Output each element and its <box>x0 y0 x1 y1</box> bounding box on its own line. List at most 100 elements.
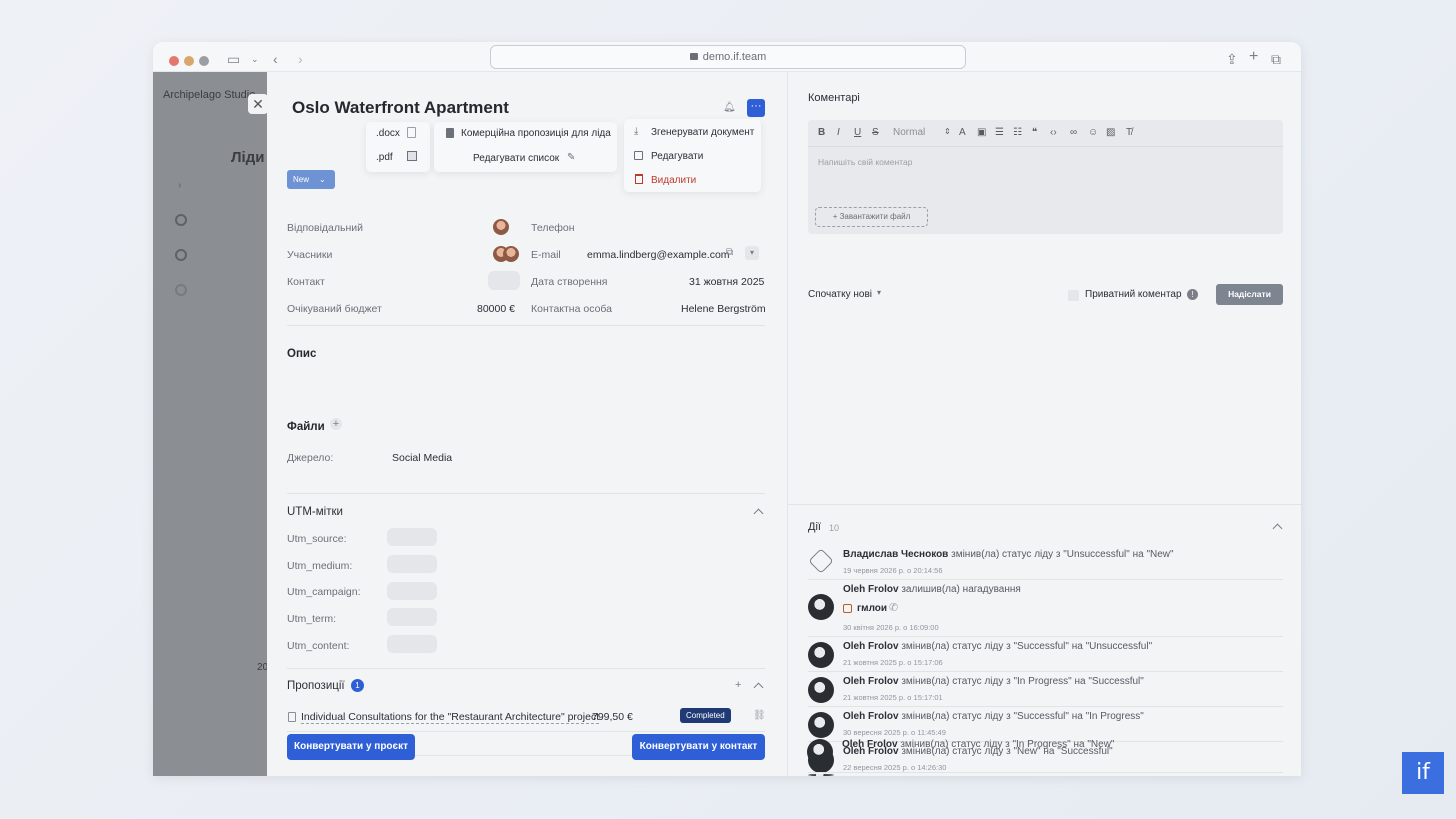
more-options-button[interactable]: ··· <box>747 99 765 117</box>
delete-item[interactable]: Видалити <box>651 175 696 186</box>
utm-content-value[interactable] <box>387 635 437 653</box>
files-heading: Файли <box>287 421 325 433</box>
quote-icon[interactable]: ❝ <box>1032 127 1037 138</box>
url-text: demo.if.team <box>702 51 767 63</box>
send-comment-button[interactable]: Надіслати <box>1216 284 1283 305</box>
convert-to-project-button[interactable]: Конвертувати у проєкт <box>287 734 415 760</box>
commercial-proposal-template[interactable]: Комерційна пропозиція для ліда <box>461 128 611 139</box>
contact-placeholder[interactable] <box>488 271 520 290</box>
image-icon[interactable]: ▨ <box>1106 127 1115 138</box>
chevron-down-icon[interactable]: ▾ <box>877 288 881 297</box>
sort-select[interactable]: Спочатку нові <box>808 289 872 300</box>
activity-user[interactable]: Oleh Frolov <box>843 584 899 595</box>
minimize-window-button[interactable] <box>184 56 194 66</box>
user-avatar[interactable] <box>808 594 834 620</box>
email-options-dropdown[interactable]: ▾ <box>745 246 759 260</box>
more-options-menu: ⤓ Згенерувати документ Редагувати Видали… <box>624 119 761 192</box>
activity-date: 21 жовтня 2025 р. о 15:17:01 <box>843 693 943 702</box>
private-checkbox[interactable] <box>1068 290 1079 301</box>
participant-avatar[interactable] <box>503 246 519 262</box>
utm-term-value[interactable] <box>387 608 437 626</box>
status-select[interactable]: New ⌄ <box>287 170 335 189</box>
bell-icon[interactable]: 🔔︎ <box>723 102 736 113</box>
contact-person-value[interactable]: Helene Bergström <box>681 303 766 315</box>
italic-icon[interactable]: I <box>837 127 840 138</box>
phone-label: Телефон <box>531 222 575 234</box>
activity-heading: Дії <box>808 521 821 533</box>
activity-user[interactable]: Oleh Frolov <box>843 676 899 687</box>
close-panel-button[interactable]: ✕ <box>248 94 268 114</box>
activity-user[interactable]: Oleh Frolov <box>843 641 899 652</box>
brand-logo: if <box>1402 752 1444 794</box>
info-icon[interactable]: ! <box>1187 289 1198 300</box>
generate-document-item[interactable]: Згенерувати документ <box>651 127 754 138</box>
close-window-button[interactable] <box>169 56 179 66</box>
zoom-window-button[interactable] <box>199 56 209 66</box>
edit-item[interactable]: Редагувати <box>651 151 703 162</box>
activity-date: 21 жовтня 2025 р. о 15:17:06 <box>843 658 943 667</box>
text-format-select[interactable]: Normal <box>893 127 925 138</box>
strikethrough-icon[interactable]: S <box>872 127 879 138</box>
email-value[interactable]: emma.lindberg@example.com <box>587 249 730 261</box>
activity-text: змінив(ла) статус ліду з "Successful" на… <box>901 711 1144 722</box>
user-avatar[interactable] <box>808 642 834 668</box>
docx-file-icon <box>407 127 416 138</box>
add-file-icon[interactable]: + <box>330 418 342 430</box>
lead-title: Oslo Waterfront Apartment <box>292 98 509 117</box>
activity-user[interactable]: Oleh Frolov <box>842 739 898 750</box>
user-avatar[interactable] <box>808 677 834 703</box>
new-tab-icon[interactable]: + <box>1249 49 1258 65</box>
emoji-icon[interactable]: ☺ <box>1088 127 1098 138</box>
bullet-list-icon[interactable]: ☷ <box>1013 127 1022 138</box>
proposal-link[interactable]: Individual Consultations for the "Restau… <box>301 711 600 724</box>
utm-source-value[interactable] <box>387 528 437 546</box>
reminder-checkbox[interactable] <box>843 604 852 613</box>
chevron-up-icon[interactable] <box>1272 523 1283 534</box>
bold-icon[interactable]: B <box>818 127 825 138</box>
document-icon <box>446 128 454 138</box>
convert-to-contact-button[interactable]: Конвертувати у контакт <box>632 734 765 760</box>
utm-campaign-value[interactable] <box>387 582 437 600</box>
pdf-option[interactable]: .pdf <box>376 152 393 163</box>
created-date-value: 31 жовтня 2025 <box>689 276 765 288</box>
reminder-text: гмлои <box>857 603 888 614</box>
add-proposal-icon[interactable]: + <box>735 679 741 691</box>
chevron-up-icon[interactable] <box>753 508 764 519</box>
responsible-avatar[interactable] <box>493 219 509 235</box>
editor-toolbar: B I U S Normal ⇕ A ▣ ☰ ☷ ❝ ‹› ∞ ☺ ▨ T̸ <box>808 120 1283 147</box>
text-color-icon[interactable]: A <box>959 127 966 138</box>
docx-option[interactable]: .docx <box>376 128 400 139</box>
share-icon[interactable]: ⇪ <box>1226 52 1238 66</box>
copy-icon[interactable]: ⧉ <box>726 247 733 258</box>
address-bar[interactable]: demo.if.team <box>490 45 966 69</box>
side-panel: Коментарі B I U S Normal ⇕ A ▣ ☰ ☷ ❝ ‹› … <box>787 72 1301 776</box>
utm-medium-value[interactable] <box>387 555 437 573</box>
comment-editor[interactable]: B I U S Normal ⇕ A ▣ ☰ ☷ ❝ ‹› ∞ ☺ ▨ T̸ Н… <box>808 120 1283 234</box>
sidebar-toggle-icon[interactable]: ▭ <box>227 52 240 66</box>
activity-user[interactable]: Владислав Чесноков <box>843 549 948 560</box>
divider <box>808 579 1283 580</box>
activity-user[interactable]: Oleh Frolov <box>843 711 899 722</box>
upload-file-button[interactable]: + Завантажити файл <box>815 207 928 227</box>
edit-template-list[interactable]: Редагувати список <box>473 153 559 164</box>
tabs-overview-icon[interactable]: ⧉ <box>1271 52 1281 66</box>
pdf-file-icon <box>407 151 417 161</box>
chevron-up-icon[interactable] <box>753 682 764 693</box>
clear-format-icon[interactable]: T̸ <box>1126 127 1132 138</box>
highlight-icon[interactable]: ▣ <box>977 127 986 138</box>
unlink-icon[interactable]: ⛓︎ <box>753 710 766 721</box>
chevron-down-icon[interactable]: ⌄ <box>251 52 259 66</box>
workspace-name: Archipelago Studio <box>163 89 256 101</box>
select-arrows-icon[interactable]: ⇕ <box>944 127 951 136</box>
ordered-list-icon[interactable]: ☰ <box>995 127 1004 138</box>
code-icon[interactable]: ‹› <box>1050 127 1057 138</box>
activity-text: змінив(ла) статус ліду з "Successful" на… <box>901 641 1153 652</box>
underline-icon[interactable]: U <box>854 127 861 138</box>
forward-arrow-icon[interactable]: › <box>298 52 303 66</box>
back-arrow-icon[interactable]: ‹ <box>273 52 278 66</box>
pencil-icon[interactable]: ✎ <box>567 152 575 163</box>
link-icon[interactable]: ∞ <box>1070 127 1077 138</box>
leads-nav-icon <box>175 214 187 226</box>
responsible-label: Відповідальний <box>287 222 363 234</box>
user-avatar[interactable] <box>807 739 833 765</box>
